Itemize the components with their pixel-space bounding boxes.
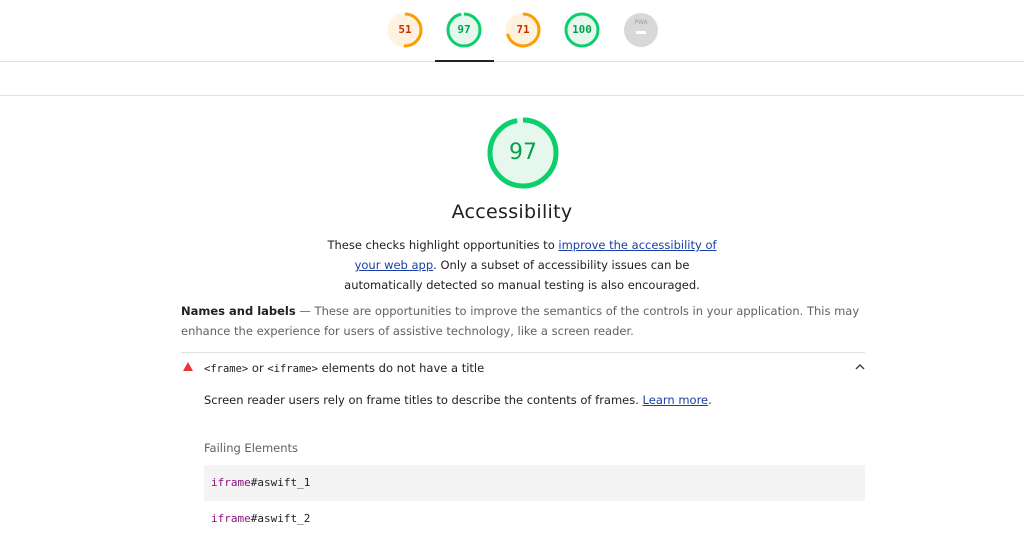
category-gauge: 97: [486, 116, 560, 190]
node-selector: iframe#aswift_1: [211, 473, 310, 493]
category-description-text: These checks highlight opportunities to: [327, 238, 559, 252]
audit-title-text: elements do not have a title: [317, 361, 485, 375]
performance-score: 51: [398, 23, 412, 36]
category-description: These checks highlight opportunities to …: [322, 235, 722, 295]
node-tag: iframe: [211, 476, 251, 489]
failing-elements-header: Failing Elements: [204, 441, 299, 455]
active-tab-indicator: [435, 60, 494, 62]
seo-gauge[interactable]: 100: [564, 12, 600, 48]
best-practices-score: 71: [516, 23, 530, 36]
node-selector: iframe#aswift_2: [211, 509, 310, 529]
audit-title[interactable]: <frame> or <iframe> elements do not have…: [204, 358, 484, 379]
group-description: Names and labels — These are opportuniti…: [181, 301, 861, 341]
score-bar: 51 97 71 100 PWA: [0, 0, 1024, 62]
group-separator: —: [295, 304, 315, 318]
audit-title-or: or: [248, 361, 268, 375]
learn-more-link[interactable]: Learn more: [643, 393, 709, 407]
audit-description-period: .: [708, 393, 712, 407]
best-practices-gauge[interactable]: 71: [505, 12, 541, 48]
audit-description: Screen reader users rely on frame titles…: [204, 390, 712, 410]
group-title: Names and labels: [181, 304, 296, 318]
node-id: #aswift_1: [250, 476, 311, 489]
chevron-up-icon[interactable]: [853, 360, 867, 374]
table-row: iframe#aswift_1: [204, 465, 865, 501]
audit-title-code-iframe: <iframe>: [267, 363, 318, 375]
node-tag: iframe: [211, 512, 251, 525]
seo-score: 100: [572, 23, 592, 36]
audit-divider: [181, 352, 865, 353]
audit-title-code-frame: <frame>: [204, 363, 249, 375]
pwa-dash-icon: [636, 31, 646, 34]
pwa-label: PWA: [634, 19, 648, 26]
category-score: 97: [509, 140, 537, 165]
node-id: #aswift_2: [250, 512, 311, 525]
pwa-gauge[interactable]: PWA: [623, 12, 659, 48]
fail-triangle-icon: [183, 362, 193, 371]
section-divider: [0, 95, 1024, 96]
accessibility-score: 97: [457, 23, 471, 36]
table-row: iframe#aswift_2: [204, 501, 865, 536]
pwa-badge-icon: [624, 13, 658, 47]
performance-gauge[interactable]: 51: [387, 12, 423, 48]
category-title: Accessibility: [451, 201, 573, 223]
audit-description-text: Screen reader users rely on frame titles…: [204, 393, 643, 407]
accessibility-gauge[interactable]: 97: [446, 12, 482, 48]
